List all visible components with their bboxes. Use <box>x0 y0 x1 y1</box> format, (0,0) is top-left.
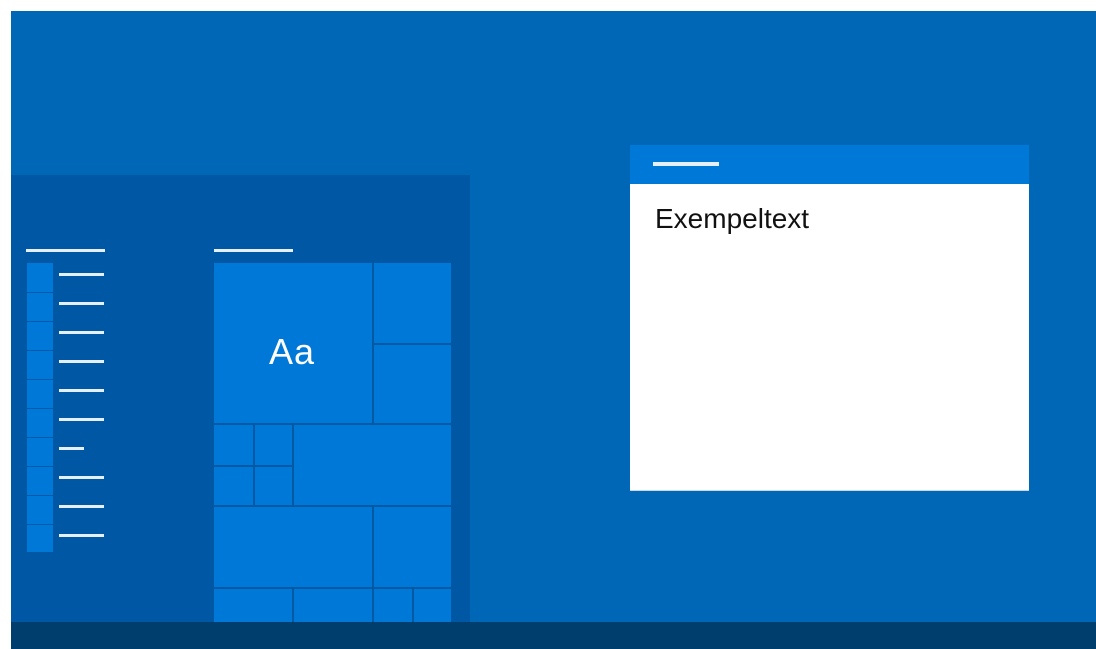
tile-divider <box>412 587 414 622</box>
window-border <box>630 490 1029 491</box>
app-list-divider <box>27 321 53 322</box>
app-list-item-line <box>59 331 104 334</box>
app-list-divider <box>27 379 53 380</box>
app-list-item-line <box>59 476 104 479</box>
tile-divider <box>292 587 294 622</box>
app-list-divider <box>27 437 53 438</box>
taskbar <box>11 622 1096 649</box>
app-list-item-line <box>59 302 104 305</box>
sample-text: Exempeltext <box>655 203 810 234</box>
app-list-item-line <box>59 505 104 508</box>
app-list-item-line <box>59 360 104 363</box>
app-list-divider <box>27 524 53 525</box>
tile-divider <box>372 587 374 622</box>
window-title-line <box>653 162 719 166</box>
app-list-item-line <box>59 534 104 537</box>
desktop-preview: Aa Exempeltext <box>11 11 1096 649</box>
tile-divider <box>214 465 294 467</box>
tile-divider <box>214 505 451 507</box>
tile-divider <box>372 505 374 589</box>
app-list-item-line <box>59 389 104 392</box>
window-titlebar <box>630 145 1029 184</box>
app-list-divider <box>27 408 53 409</box>
start-tile-grid: Aa <box>214 263 451 622</box>
start-list-header-line <box>26 249 105 252</box>
app-list-divider <box>27 466 53 467</box>
app-list-divider <box>27 350 53 351</box>
settings-window-preview: Exempeltext <box>630 145 1029 491</box>
start-app-list-strip <box>27 263 53 552</box>
app-list-item-line <box>59 418 104 421</box>
app-list-item-line-short <box>59 447 84 450</box>
start-menu-preview: Aa <box>11 175 470 622</box>
tile-group-header-line <box>214 249 293 252</box>
app-list-item-line <box>59 273 104 276</box>
font-preview-tile-label: Aa <box>269 331 316 372</box>
app-list-divider <box>27 292 53 293</box>
tile-divider <box>214 587 451 589</box>
tile-divider <box>214 423 451 425</box>
tile-divider <box>372 343 451 345</box>
app-list-divider <box>27 495 53 496</box>
